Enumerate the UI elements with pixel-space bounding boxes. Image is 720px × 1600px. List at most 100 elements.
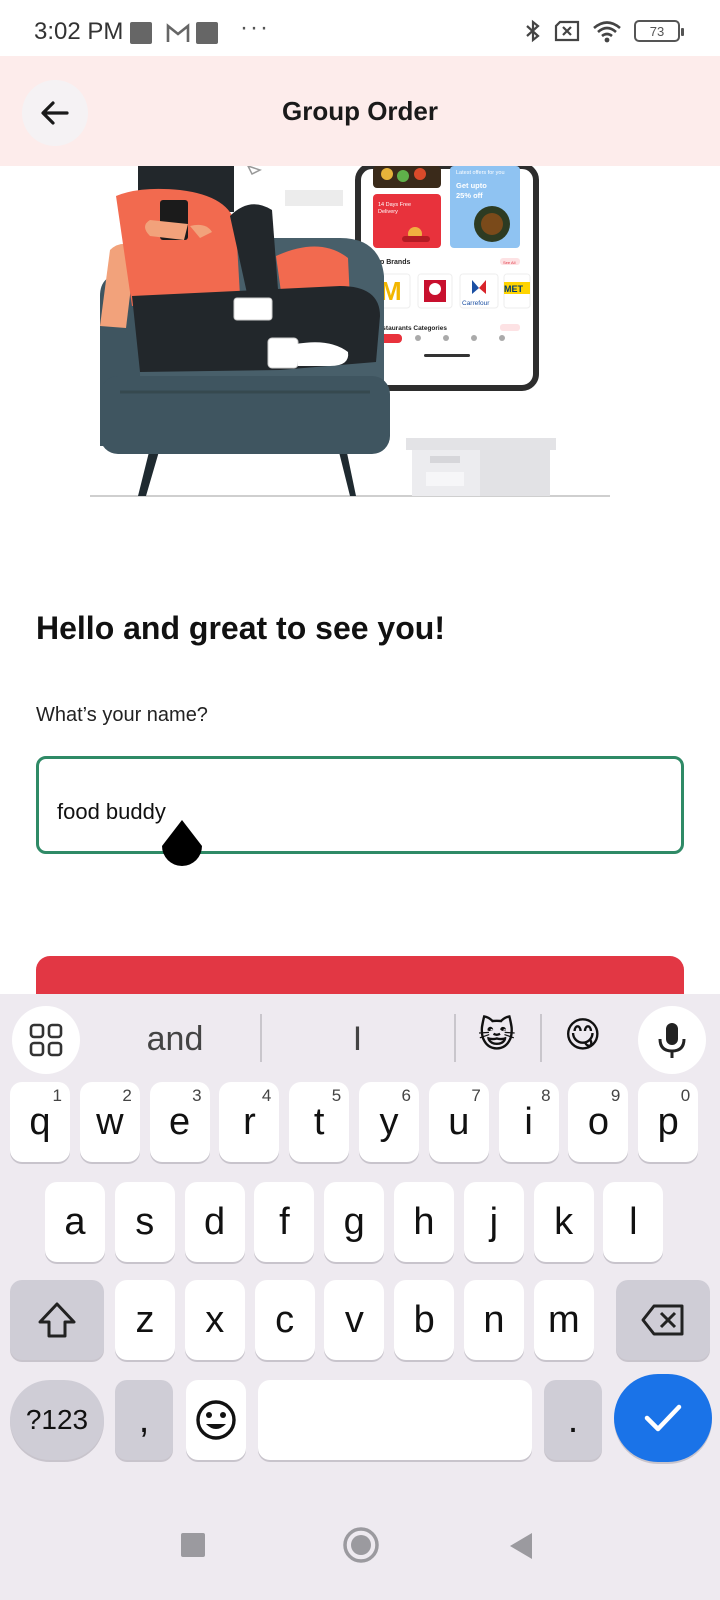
key-hint: 8 <box>541 1086 551 1105</box>
key-label: f <box>279 1200 290 1243</box>
app-header: Group Order <box>0 56 720 166</box>
key-label: q <box>29 1100 51 1143</box>
key-label: g <box>343 1200 365 1243</box>
space-key[interactable] <box>258 1380 532 1460</box>
key-k[interactable]: k <box>533 1182 594 1262</box>
key-hint: 0 <box>680 1086 691 1105</box>
shift-key[interactable] <box>10 1280 104 1360</box>
soft-keyboard: and I 😺 😋 q1w2e3r4t5y6u7i8o9p0 asdfghjkl… <box>0 994 720 1496</box>
checkmark-icon <box>644 1404 682 1432</box>
key-label: n <box>483 1298 505 1341</box>
key-label: c <box>275 1298 295 1341</box>
key-label: b <box>413 1298 435 1341</box>
key-n[interactable]: n <box>464 1280 524 1360</box>
recents-square-icon[interactable] <box>180 1532 206 1558</box>
key-hint: 2 <box>122 1086 132 1105</box>
name-input[interactable] <box>57 759 657 851</box>
backspace-key[interactable] <box>616 1280 710 1360</box>
greeting-heading: Hello and great to see you! <box>36 610 445 646</box>
microphone-icon <box>658 1023 686 1058</box>
key-label: x <box>205 1298 225 1341</box>
key-p[interactable]: p0 <box>638 1082 699 1162</box>
key-g[interactable]: g <box>324 1182 385 1262</box>
key-l[interactable]: l <box>603 1182 664 1262</box>
key-x[interactable]: x <box>184 1280 245 1360</box>
battery-icon: 73 <box>634 20 684 42</box>
key-d[interactable]: d <box>184 1182 245 1262</box>
key-f[interactable]: f <box>254 1182 315 1262</box>
grid-icon <box>29 1023 63 1057</box>
enter-key[interactable] <box>614 1374 712 1462</box>
key-label: e <box>169 1100 191 1143</box>
svg-text:See All: See All <box>503 260 516 265</box>
svg-text:Carrefour: Carrefour <box>462 300 490 307</box>
key-label: j <box>489 1200 499 1243</box>
status-time: 3:02 PM <box>34 18 124 45</box>
key-a[interactable]: a <box>45 1182 105 1262</box>
shift-arrow-icon <box>38 1302 76 1338</box>
notification-square-icon <box>130 22 152 44</box>
key-z[interactable]: z <box>115 1280 175 1360</box>
backspace-icon <box>641 1304 684 1336</box>
key-j[interactable]: j <box>463 1182 524 1262</box>
key-label: r <box>243 1100 256 1143</box>
voice-input-button[interactable] <box>638 1006 706 1074</box>
key-m[interactable]: m <box>533 1280 594 1360</box>
key-hint: 4 <box>261 1086 272 1105</box>
no-sim-icon <box>554 20 580 42</box>
key-y[interactable]: y6 <box>359 1082 419 1162</box>
key-v[interactable]: v <box>324 1280 385 1360</box>
key-h[interactable]: h <box>394 1182 454 1262</box>
key-s[interactable]: s <box>114 1182 175 1262</box>
status-icons: 73 <box>524 18 684 44</box>
key-e[interactable]: e3 <box>149 1082 210 1162</box>
key-hint: 9 <box>610 1086 621 1105</box>
bluetooth-icon <box>526 19 540 43</box>
svg-text:Get upto: Get upto <box>456 181 487 190</box>
key-o[interactable]: o9 <box>568 1082 629 1162</box>
key-hint: 3 <box>192 1086 202 1105</box>
emoji-suggestion-1[interactable]: 😺 <box>478 1014 516 1056</box>
key-t[interactable]: t5 <box>289 1082 350 1162</box>
status-bar: 3:02 PM ··· 73 <box>0 0 720 56</box>
key-hint: 5 <box>331 1086 342 1105</box>
key-label: s <box>135 1200 155 1243</box>
page-title: Group Order <box>281 96 438 126</box>
back-triangle-icon[interactable] <box>508 1532 534 1560</box>
key-label: h <box>413 1200 435 1243</box>
symbols-key[interactable]: ?123 <box>10 1380 104 1460</box>
period-key[interactable]: . <box>544 1380 602 1460</box>
key-label: t <box>313 1100 325 1143</box>
home-circle-icon[interactable] <box>342 1526 380 1564</box>
comma-key[interactable]: , <box>115 1380 173 1460</box>
emoji-suggestion-2[interactable]: 😋 <box>564 1014 602 1056</box>
key-hint: 1 <box>52 1086 62 1105</box>
keyboard-menu-button[interactable] <box>12 1006 80 1074</box>
key-i[interactable]: i8 <box>498 1082 559 1162</box>
key-label: o <box>587 1100 609 1143</box>
text-cursor-handle[interactable] <box>160 820 204 872</box>
svg-text:Restaurants Categories: Restaurants Categories <box>374 325 447 332</box>
key-label: k <box>554 1200 574 1243</box>
key-w[interactable]: w2 <box>79 1082 140 1162</box>
key-c[interactable]: c <box>254 1280 315 1360</box>
name-input-container <box>36 756 684 854</box>
suggestion-strip: and I 😺 😋 <box>0 994 720 1084</box>
suggestion-divider <box>260 1014 262 1062</box>
key-label: y <box>379 1100 399 1143</box>
key-u[interactable]: u7 <box>428 1082 489 1162</box>
key-b[interactable]: b <box>394 1280 455 1360</box>
suggestion-2[interactable]: I <box>280 1020 435 1059</box>
key-label: w <box>96 1100 124 1143</box>
suggestion-divider <box>454 1014 456 1062</box>
key-q[interactable]: q1 <box>10 1082 70 1162</box>
svg-text:Delivery: Delivery <box>378 209 398 215</box>
key-label: v <box>344 1298 364 1341</box>
group-order-illustration: Latest offers for you Get upto 25% off 1… <box>90 166 610 497</box>
notification-square-icon <box>196 22 218 44</box>
key-hint: 6 <box>401 1086 411 1105</box>
suggestion-1[interactable]: and <box>100 1020 250 1059</box>
emoji-key[interactable] <box>186 1380 246 1460</box>
name-label: What’s your name? <box>36 704 208 726</box>
key-r[interactable]: r4 <box>219 1082 280 1162</box>
